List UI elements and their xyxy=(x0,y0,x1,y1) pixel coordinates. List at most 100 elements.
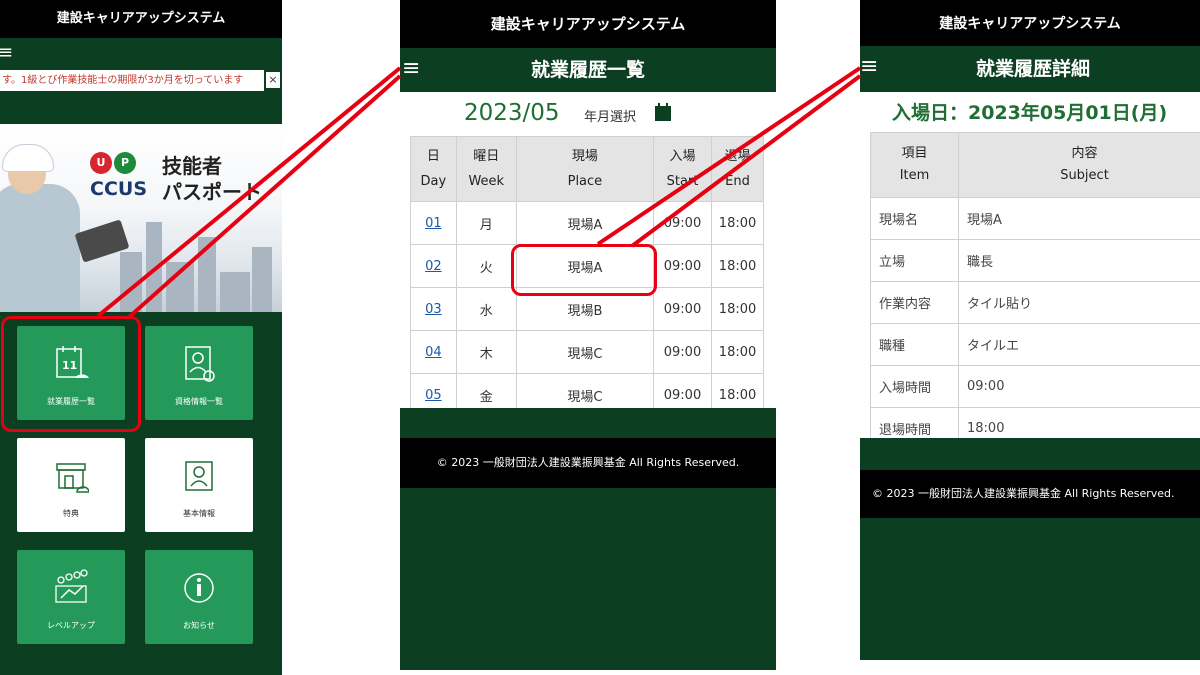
day-link[interactable]: 02 xyxy=(425,259,442,274)
week-cell: 火 xyxy=(455,244,517,288)
hamburger-menu-icon[interactable]: ≡ xyxy=(860,56,878,78)
tile-label: お知らせ xyxy=(183,621,215,630)
app-title: 建設キャリアアップシステム xyxy=(400,0,776,48)
place-cell: 現場C xyxy=(515,330,654,374)
work-history-detail-screen: 建設キャリアアップシステム ≡ 就業履歴詳細 入場日：2023年05月01日(月… xyxy=(860,0,1200,660)
logo-p: P xyxy=(114,152,136,174)
work-history-list-screen: 建設キャリアアップシステム ≡ 就業履歴一覧 2023/05 年月選択 日 Day… xyxy=(400,0,776,670)
place-cell: 現場A xyxy=(515,201,654,245)
table-header-row: 項目 Item 内容 Subject xyxy=(870,132,1200,198)
people-level-icon xyxy=(55,569,88,603)
col-header-item: 項目 Item xyxy=(870,132,959,198)
item-cell: 職種 xyxy=(870,323,959,366)
certificate-icon xyxy=(185,346,215,382)
item-cell: 作業内容 xyxy=(870,281,959,324)
calendar-icon[interactable] xyxy=(653,102,673,122)
week-cell: 水 xyxy=(455,287,517,331)
value-cell: 09:00 xyxy=(958,365,1200,408)
item-cell: 現場名 xyxy=(870,197,959,240)
day-link[interactable]: 04 xyxy=(425,345,442,360)
id-card-icon xyxy=(185,461,213,491)
header-bar: ≡ 就業履歴一覧 xyxy=(400,48,776,92)
item-cell: 入場時間 xyxy=(870,365,959,408)
start-cell: 09:00 xyxy=(652,330,713,374)
footer-spacer xyxy=(860,438,1200,470)
highlight-tile-work-history xyxy=(1,316,141,432)
copyright-footer: © 2023 一般財団法人建設業振興基金 All Rights Reserved… xyxy=(400,438,776,488)
detail-table: 項目 Item 内容 Subject 現場名 現場A 立場 職長 作業内容 タイル貼… xyxy=(870,132,1200,450)
value-cell: タイルエ xyxy=(958,323,1200,366)
entry-date: 入場日：2023年05月01日(月) xyxy=(892,102,1168,124)
day-link[interactable]: 05 xyxy=(425,388,442,403)
current-month: 2023/05 xyxy=(464,100,560,126)
close-icon[interactable]: × xyxy=(266,72,280,88)
city-building xyxy=(146,222,162,312)
tile-basic-info[interactable]: 基本情報 xyxy=(145,438,253,532)
tile-label: レベルアップ xyxy=(47,621,95,630)
app-title: 建設キャリアアップシステム xyxy=(0,0,282,38)
ccus-logo: U P xyxy=(90,152,138,176)
end-cell: 18:00 xyxy=(711,287,764,331)
end-cell: 18:00 xyxy=(711,201,764,245)
screen-title: 就業履歴詳細 xyxy=(976,58,1091,80)
helmet-icon xyxy=(2,144,54,172)
table-row: 作業内容 タイル貼り xyxy=(870,281,1200,324)
highlight-place-cell xyxy=(511,244,657,296)
city-building xyxy=(252,247,272,312)
start-cell: 09:00 xyxy=(652,201,713,245)
col-header-end: 退場 End xyxy=(711,136,764,202)
tile-qualifications[interactable]: 資格情報一覧 xyxy=(145,326,253,420)
start-cell: 09:00 xyxy=(652,287,713,331)
value-cell: タイル貼り xyxy=(958,281,1200,324)
table-header-row: 日 Day 曜日 Week 現場 Place 入場 Start 退場 End xyxy=(410,136,764,202)
app-title: 建設キャリアアップシステム xyxy=(860,0,1200,46)
day-cell: 03 xyxy=(410,287,457,331)
week-cell: 月 xyxy=(455,201,517,245)
table-row: 01 月 現場A 09:00 18:00 xyxy=(410,201,764,245)
worker-figure xyxy=(0,184,80,312)
passport-banner: U P CCUS 技能者 パスポート xyxy=(0,124,282,312)
city-building xyxy=(220,272,250,312)
table-row: 入場時間 09:00 xyxy=(870,365,1200,408)
month-select-link[interactable]: 年月選択 xyxy=(584,106,636,125)
city-building xyxy=(120,252,142,312)
day-cell: 01 xyxy=(410,201,457,245)
shop-icon xyxy=(56,463,89,493)
tile-label: 特典 xyxy=(63,509,79,518)
week-cell: 木 xyxy=(455,330,517,374)
screen-title: 就業履歴一覧 xyxy=(530,59,645,81)
info-icon xyxy=(184,573,214,603)
menu-bar: ≡ xyxy=(0,38,282,70)
col-header-place: 現場 Place xyxy=(515,136,654,202)
table-row: 現場名 現場A xyxy=(870,197,1200,240)
table-row: 職種 タイルエ xyxy=(870,323,1200,366)
passport-title-line2: パスポート xyxy=(162,180,262,204)
item-cell: 立場 xyxy=(870,239,959,282)
detail-content: 入場日：2023年05月01日(月) 項目 Item 内容 Subject 現場名 … xyxy=(860,92,1200,450)
col-header-week: 曜日 Week xyxy=(455,136,517,202)
col-header-subject: 内容 Subject xyxy=(958,132,1200,198)
tile-label: 資格情報一覧 xyxy=(175,397,223,406)
day-cell: 04 xyxy=(410,330,457,374)
tile-level-up[interactable]: レベルアップ xyxy=(17,550,125,644)
footer-spacer xyxy=(400,408,776,438)
end-cell: 18:00 xyxy=(711,244,764,288)
hamburger-menu-icon[interactable]: ≡ xyxy=(402,58,420,80)
logo-u: U xyxy=(90,152,112,174)
day-link[interactable]: 03 xyxy=(425,302,442,317)
header-bar: ≡ 就業履歴詳細 xyxy=(860,46,1200,92)
expiry-notice: す。1級とび作業技能士の期限が3か月を切っています xyxy=(0,70,264,91)
value-cell: 職長 xyxy=(958,239,1200,282)
table-row: 04 木 現場C 09:00 18:00 xyxy=(410,330,764,374)
col-header-day: 日 Day xyxy=(410,136,457,202)
city-building xyxy=(198,237,216,312)
logo-text: CCUS xyxy=(90,178,147,200)
copyright-footer: © 2023 一般財団法人建設業振興基金 All Rights Reserved… xyxy=(860,470,1200,518)
tile-notices[interactable]: お知らせ xyxy=(145,550,253,644)
day-cell: 02 xyxy=(410,244,457,288)
value-cell: 現場A xyxy=(958,197,1200,240)
col-header-start: 入場 Start xyxy=(652,136,713,202)
hamburger-menu-icon[interactable]: ≡ xyxy=(0,44,13,62)
day-link[interactable]: 01 xyxy=(425,216,442,231)
tile-benefits[interactable]: 特典 xyxy=(17,438,125,532)
